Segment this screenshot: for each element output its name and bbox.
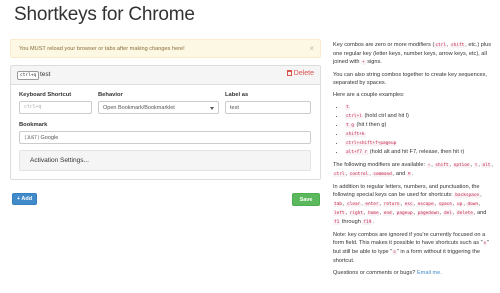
help-text: and (477, 210, 487, 216)
save-button[interactable]: Save (292, 193, 320, 206)
behavior-label: Behavior (98, 92, 123, 98)
modifier-code: alt (481, 163, 492, 168)
example-note: (hit t then g) (356, 122, 387, 128)
special-key-code: pagedown (416, 211, 440, 216)
help-special-keys: In addition to regular letters, numbers,… (333, 184, 487, 225)
special-key-code: space (437, 202, 453, 207)
special-key-code: down (466, 202, 480, 207)
modifier-code: option (452, 163, 471, 168)
special-key-code: return (382, 202, 401, 207)
add-shortcut-button[interactable]: + Add (12, 193, 37, 205)
help-text: Key combos are zero or more modifiers ( (333, 42, 435, 48)
special-key-code: escape (416, 202, 435, 207)
special-key-code: pageup (395, 211, 414, 216)
help-modifiers: The following modifiers are available: ⇧… (333, 162, 493, 177)
chevron-down-icon (210, 107, 214, 110)
page-title: Shortkeys for Chrome (14, 4, 195, 25)
help-text: signs. (365, 59, 382, 65)
list-item: ctrl+shift+f+pageup (345, 139, 493, 148)
code-ctrl: ctrl (434, 43, 447, 48)
special-key-code: up (456, 202, 464, 207)
code-shift: shift (450, 43, 466, 48)
keyboard-shortcut-input[interactable]: ctrl+q (19, 101, 92, 114)
list-item: alt+f7 r (hold alt and hit F7, release, … (345, 148, 493, 157)
behavior-select-value: Open Bookmark/Bookmarklet (103, 105, 175, 111)
list-item: t (345, 103, 493, 112)
example-code: t g (345, 123, 355, 128)
help-text: Questions or comments or bugs? (333, 270, 417, 276)
behavior-select[interactable]: Open Bookmark/Bookmarklet (98, 101, 219, 114)
keyboard-shortcut-label: Keyboard Shortcut (19, 92, 72, 98)
special-key-code: f1 (333, 220, 341, 225)
close-icon[interactable]: × (309, 44, 314, 53)
example-code: alt+f7 r (345, 150, 369, 155)
special-key-code: del (443, 211, 453, 216)
example-note: (hold alt and hit F7, release, then hit … (369, 149, 465, 155)
list-item: shift+k (345, 130, 493, 139)
shortcut-label-display: test (40, 71, 51, 78)
bookmark-select[interactable]: [JUST]Google (19, 131, 311, 144)
help-contact: Questions or comments or bugs? Email me. (333, 269, 493, 277)
modifier-code: control (348, 172, 370, 177)
special-key-code: left (333, 211, 346, 216)
modifier-code: ⌘ (406, 172, 412, 177)
help-examples-heading: Here are a couple examples: (333, 92, 405, 98)
special-key-code: clear (346, 202, 362, 207)
modifier-code: ctrl (333, 172, 346, 177)
special-key-code: f19 (362, 220, 373, 225)
examples-list: t ctrl+l (hold ctrl and hit l) t g (hit … (333, 103, 493, 157)
delete-button[interactable]: Delete (286, 70, 314, 77)
delete-button-label: Delete (293, 70, 314, 77)
special-key-code: enter (364, 202, 380, 207)
email-link[interactable]: Email me. (417, 270, 442, 276)
modifier-code: ⇧ (426, 163, 432, 168)
special-key-code: right (348, 211, 364, 216)
reload-warning-alert: You MUST reload your browser or tabs aft… (10, 39, 321, 58)
modifier-code: shift (434, 163, 450, 168)
help-text: through (341, 219, 361, 225)
activation-settings-label: Activation Settings... (30, 157, 89, 164)
shortcut-key-badge: ctrl+q (17, 71, 40, 80)
help-sidebar: Key combos are zero or more modifiers (c… (333, 41, 493, 281)
modifier-code: command (372, 172, 393, 177)
example-code: ctrl+l (345, 114, 363, 119)
activation-settings-toggle[interactable]: Activation Settings... (19, 150, 311, 171)
shortcut-panel-header: ctrl+q test Delete (11, 66, 320, 85)
help-note: Note: key combos are ignored if you're c… (333, 231, 493, 265)
bookmark-label: Bookmark (19, 122, 48, 128)
special-key-code: delete (456, 211, 474, 216)
trash-icon (286, 70, 292, 76)
shortcut-panel: ctrl+q test Delete Keyboard Shortcut ctr… (10, 65, 321, 180)
example-code: ctrl+shift+f+pageup (345, 141, 398, 146)
help-intro: Key combos are zero or more modifiers (c… (333, 41, 493, 67)
special-key-code: esc (403, 202, 414, 207)
label-as-label: Label as (225, 92, 249, 98)
list-item: ctrl+l (hold ctrl and hit l) (345, 112, 493, 121)
example-code: t (345, 105, 350, 110)
special-key-code: backspace (454, 193, 481, 198)
help-text: The following modifiers are available: (333, 162, 427, 168)
alert-text: You MUST reload your browser or tabs aft… (19, 46, 185, 52)
help-text: Note: key combos are ignored if you're c… (333, 232, 486, 246)
bookmark-select-value: Google (40, 135, 59, 141)
modifier-code: ⌥ (473, 163, 479, 168)
bookmark-folder-badge: [JUST] (24, 136, 40, 141)
list-item: t g (hit t then g) (345, 121, 493, 130)
help-sequences: You can also string combos together to c… (333, 72, 488, 86)
label-as-input[interactable]: test (225, 101, 311, 114)
special-key-code: home (367, 211, 380, 216)
special-key-code: tab (333, 202, 343, 207)
special-key-code: end (382, 211, 393, 216)
example-note: (hold ctrl and hit l) (364, 113, 409, 119)
example-code: shift+k (345, 132, 366, 137)
